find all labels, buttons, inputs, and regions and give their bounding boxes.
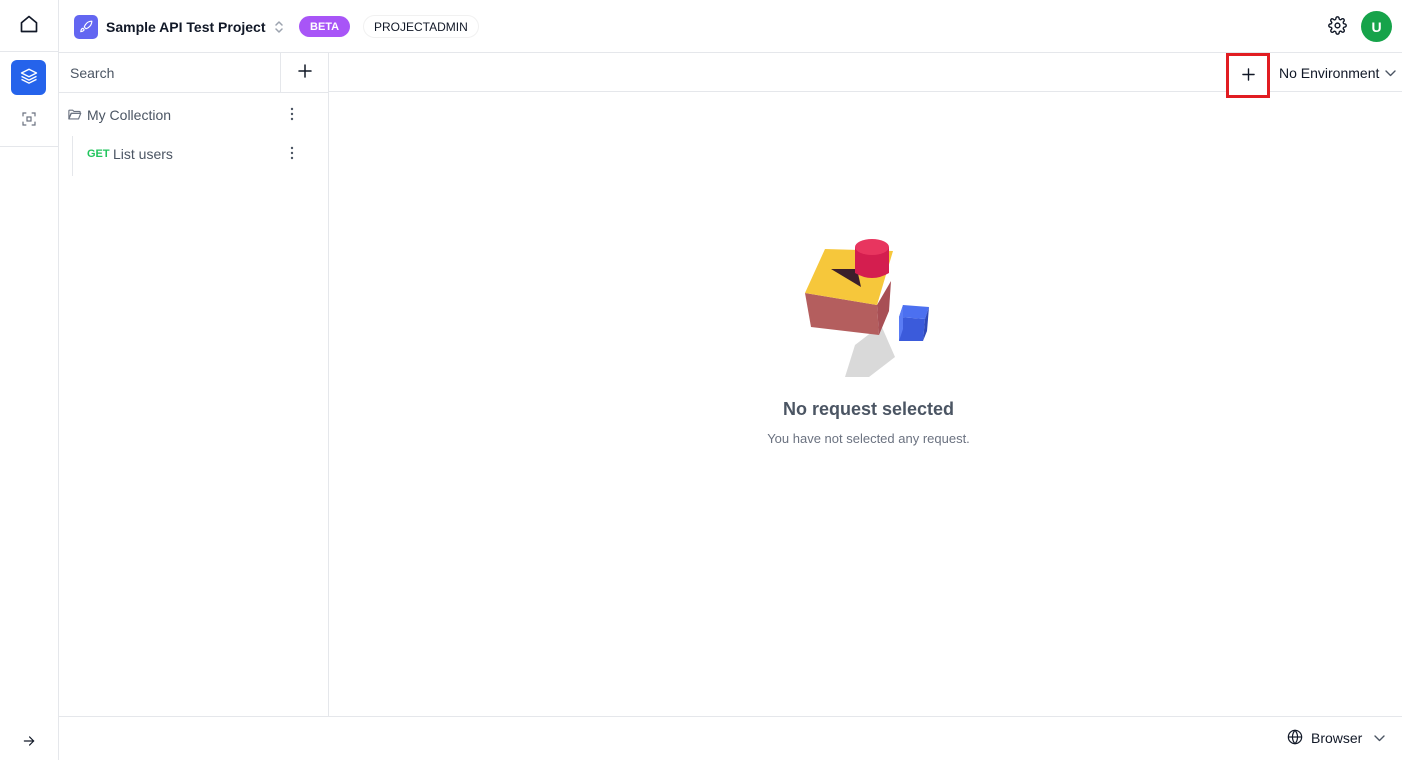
top-bar: Sample API Test Project BETA PROJECTADMI… (59, 0, 1402, 53)
empty-state-subtitle: You have not selected any request. (767, 431, 970, 446)
home-button[interactable] (0, 0, 58, 52)
request-more-button[interactable] (282, 144, 302, 164)
chevron-down-icon (1385, 69, 1397, 77)
tab-bar: No Environment (329, 53, 1402, 98)
empty-state-title: No request selected (782, 399, 955, 419)
collections-nav-button[interactable] (11, 60, 46, 95)
chevron-down-icon (1374, 734, 1386, 742)
footer-bar: Browser (59, 716, 1402, 760)
arrow-right-icon (22, 734, 36, 751)
request-method: GET (87, 148, 110, 160)
globe-icon (1287, 728, 1303, 748)
plus-icon (297, 64, 312, 81)
environment-label: No Environment (1279, 65, 1380, 81)
interceptor-selector[interactable]: Browser (1287, 728, 1386, 748)
rail-divider (0, 146, 58, 147)
environment-selector[interactable]: No Environment (1279, 64, 1397, 82)
collection-name: My Collection (87, 107, 172, 123)
search-row (59, 53, 328, 93)
add-collection-button[interactable] (280, 53, 328, 92)
environments-nav-button[interactable] (11, 103, 46, 138)
user-avatar[interactable]: U (1361, 11, 1392, 42)
gear-icon (1328, 15, 1347, 38)
home-icon (19, 14, 39, 37)
project-name: Sample API Test Project (106, 19, 266, 35)
interceptor-label: Browser (1311, 730, 1363, 746)
layers-icon (20, 67, 38, 88)
main-panel: No Environment No request selected You h… (329, 53, 1402, 716)
collection-item[interactable]: My Collection (59, 96, 328, 134)
plus-icon (1241, 67, 1255, 84)
new-tab-button[interactable] (1226, 53, 1270, 98)
collection-more-button[interactable] (282, 105, 302, 125)
beta-badge: BETA (299, 16, 351, 37)
more-vertical-icon (290, 146, 294, 163)
request-name: List users (113, 146, 173, 162)
left-rail (0, 0, 59, 760)
more-vertical-icon (290, 107, 294, 124)
collections-sidebar: My Collection GET List users (59, 53, 329, 716)
chevron-up-down-icon (274, 19, 284, 35)
search-input[interactable] (59, 53, 280, 92)
expand-sidebar-button[interactable] (11, 728, 46, 756)
folder-icon (67, 107, 82, 125)
frame-icon (21, 111, 37, 130)
settings-button[interactable] (1325, 14, 1350, 39)
request-item[interactable]: GET List users (73, 135, 328, 173)
role-badge: PROJECTADMIN (363, 15, 479, 38)
project-selector[interactable]: Sample API Test Project (74, 14, 284, 40)
empty-illustration (799, 233, 939, 383)
rocket-icon (74, 15, 98, 39)
